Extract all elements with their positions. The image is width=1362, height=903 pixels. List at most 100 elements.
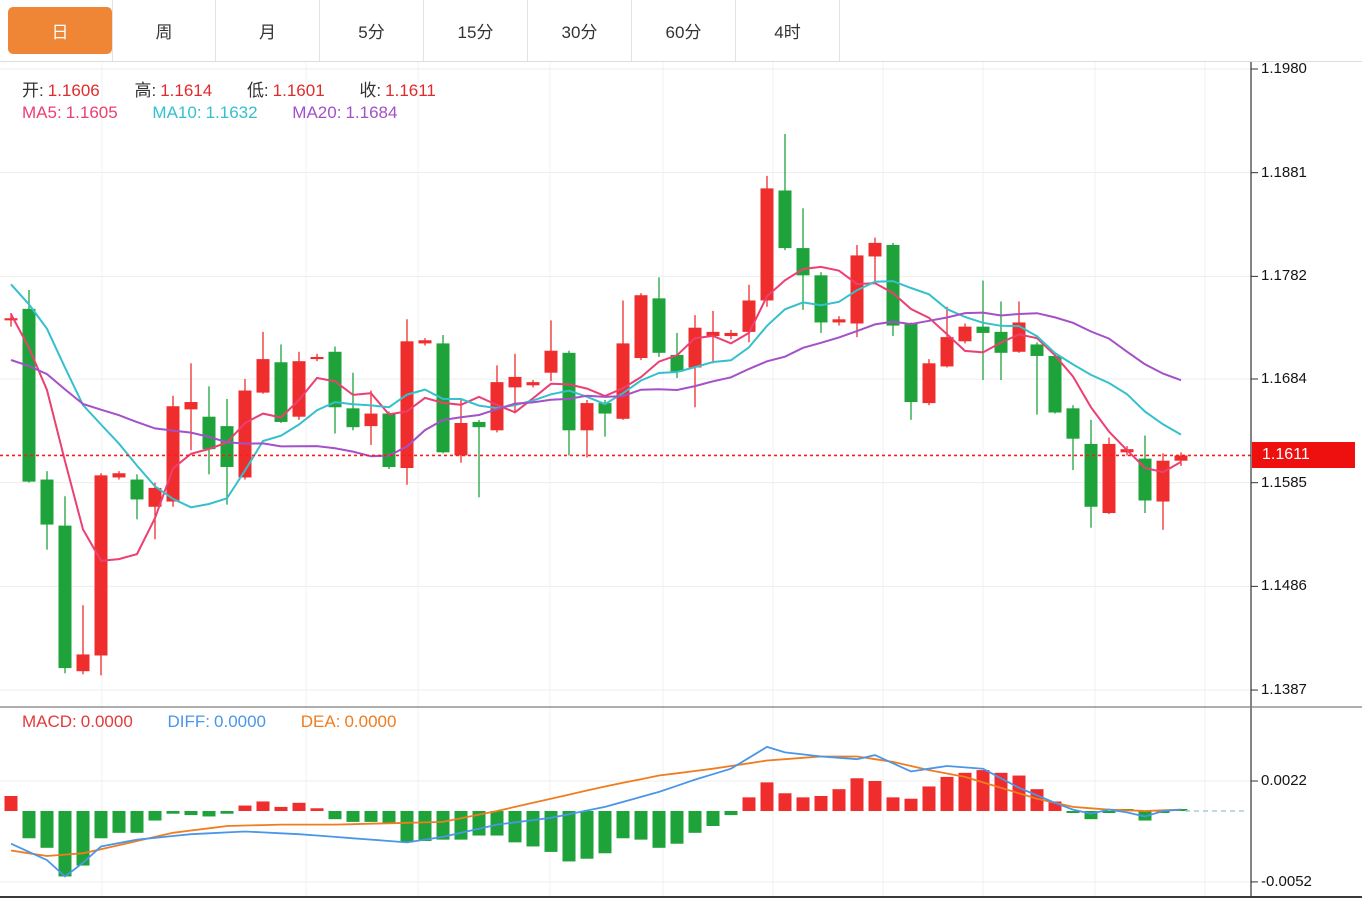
candle-body — [959, 327, 972, 342]
candle-body — [869, 243, 882, 257]
trading-chart-app: 日周月5分15分30分60分4时 开:1.1606 高:1.1614 低:1.1… — [0, 0, 1362, 903]
ohlc-high: 高:1.1614 — [134, 76, 212, 101]
macd-bar — [203, 811, 216, 816]
candle-body — [167, 406, 180, 501]
macd-bar — [761, 782, 774, 811]
candle-body — [509, 377, 522, 387]
current-price-tag: 1.1611 — [1252, 442, 1355, 468]
macd-value: MACD:0.0000 — [22, 712, 133, 732]
candle-body — [203, 417, 216, 449]
macd-bar — [707, 811, 720, 826]
macd-bar — [779, 793, 792, 811]
macd-bar — [401, 811, 414, 842]
candle-body — [1103, 444, 1116, 513]
macd-bar — [113, 811, 126, 833]
price-axis-label: 1.1684 — [1261, 370, 1307, 388]
candle-body — [779, 190, 792, 248]
macd-bar — [887, 797, 900, 811]
macd-bar — [851, 778, 864, 811]
candle-body — [419, 340, 432, 343]
macd-axis-label: -0.0052 — [1261, 873, 1312, 891]
macd-bar — [329, 811, 342, 819]
macd-bar — [455, 811, 468, 840]
macd-bar — [797, 797, 810, 811]
macd-bar — [599, 811, 612, 853]
macd-bar — [347, 811, 360, 822]
macd-bar — [941, 777, 954, 811]
candle-body — [905, 323, 918, 402]
ma5-line — [11, 267, 1181, 561]
candle-body — [1085, 444, 1098, 507]
macd-bar — [815, 796, 828, 811]
ma10-readout: MA10:1.1632 — [152, 103, 257, 123]
macd-bar — [5, 796, 18, 811]
candle-body — [617, 343, 630, 418]
macd-bar — [23, 811, 36, 838]
candle-body — [1067, 408, 1080, 438]
tab-month[interactable]: 月 — [216, 0, 320, 61]
macd-bar — [311, 808, 324, 811]
macd-bar — [365, 811, 378, 822]
tab-60min[interactable]: 60分 — [632, 0, 736, 61]
candle-body — [131, 480, 144, 500]
candle-body — [923, 363, 936, 403]
price-axis-label: 1.1486 — [1261, 577, 1307, 595]
macd-bar — [221, 811, 234, 814]
candle-body — [527, 382, 540, 385]
price-axis-label: 1.1980 — [1261, 60, 1307, 78]
tab-15min[interactable]: 15分 — [424, 0, 528, 61]
macd-bar — [581, 811, 594, 859]
candlestick-chart[interactable] — [0, 0, 1362, 903]
macd-bar — [167, 811, 180, 814]
candle-body — [743, 300, 756, 331]
tab-4hour[interactable]: 4时 — [736, 0, 840, 61]
macd-bar — [563, 811, 576, 861]
candle-body — [887, 245, 900, 326]
candle-body — [1139, 459, 1152, 501]
ohlc-low: 低:1.1601 — [247, 76, 325, 101]
tab-5min[interactable]: 5分 — [320, 0, 424, 61]
candle-body — [455, 423, 468, 455]
candle-body — [59, 526, 72, 668]
tab-30min[interactable]: 30分 — [528, 0, 632, 61]
candle-body — [581, 403, 594, 430]
macd-axis-label: 0.0022 — [1261, 772, 1307, 790]
macd-bar — [239, 806, 252, 811]
price-axis-label: 1.1387 — [1261, 681, 1307, 699]
candle-body — [473, 422, 486, 427]
ohlc-readout: 开:1.1606 高:1.1614 低:1.1601 收:1.1611 — [22, 76, 466, 101]
candle-body — [977, 327, 990, 333]
candle-body — [1031, 344, 1044, 356]
macd-readout: MACD:0.0000 DIFF:0.0000 DEA:0.0000 — [22, 712, 426, 732]
macd-bar — [527, 811, 540, 846]
macd-bar — [77, 811, 90, 866]
macd-bar — [977, 770, 990, 811]
macd-bar — [725, 811, 738, 815]
macd-bar — [275, 807, 288, 811]
macd-bar — [905, 799, 918, 811]
tab-week[interactable]: 周 — [112, 0, 216, 61]
candle-body — [761, 188, 774, 300]
macd-bar — [743, 797, 756, 811]
candle-body — [689, 328, 702, 368]
tab-day[interactable]: 日 — [8, 7, 112, 54]
macd-bar — [59, 811, 72, 876]
candle-body — [941, 337, 954, 366]
candle-body — [815, 275, 828, 322]
candle-body — [5, 318, 18, 320]
ma5-readout: MA5:1.1605 — [22, 103, 118, 123]
candle-body — [347, 408, 360, 427]
candle-body — [77, 654, 90, 671]
candle-body — [383, 414, 396, 467]
macd-bar — [95, 811, 108, 838]
candle-body — [95, 475, 108, 655]
macd-bar — [635, 811, 648, 840]
macd-bar — [653, 811, 666, 848]
macd-bar — [131, 811, 144, 833]
macd-bar — [617, 811, 630, 838]
candle-body — [833, 319, 846, 322]
price-axis-label: 1.1881 — [1261, 164, 1307, 182]
macd-bar — [833, 789, 846, 811]
ohlc-open: 开:1.1606 — [22, 76, 100, 101]
macd-bar — [671, 811, 684, 844]
